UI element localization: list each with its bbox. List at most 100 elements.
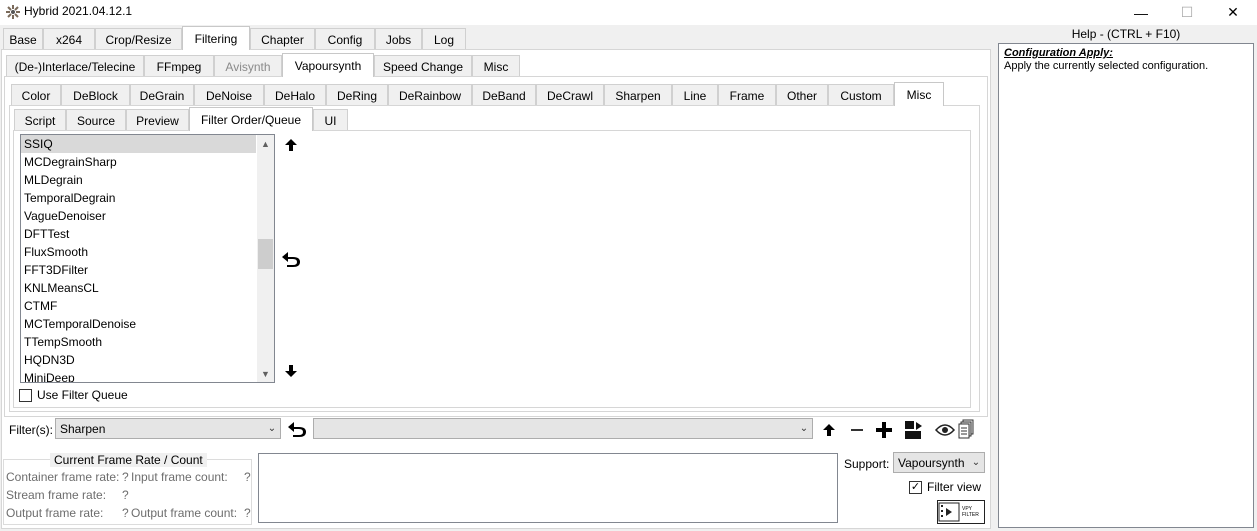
tab-filter-order-queue[interactable]: Filter Order/Queue bbox=[189, 107, 313, 131]
stream-frame-rate-label: Stream frame rate: bbox=[6, 488, 107, 502]
help-title: Help - (CTRL + F10) bbox=[1071, 27, 1181, 41]
tab-x264[interactable]: x264 bbox=[43, 28, 95, 50]
tab-frame[interactable]: Frame bbox=[718, 84, 776, 106]
filter-view-checkbox[interactable]: ✓ Filter view bbox=[909, 480, 981, 494]
tab-jobs[interactable]: Jobs bbox=[375, 28, 422, 50]
filters-label: Filter(s): bbox=[9, 423, 53, 437]
list-item[interactable]: KNLMeansCL bbox=[21, 279, 274, 297]
list-item[interactable]: TTempSmooth bbox=[21, 333, 274, 351]
frame-info-title: Current Frame Rate / Count bbox=[50, 453, 207, 467]
filter-view-label: Filter view bbox=[927, 480, 982, 494]
support-select[interactable]: Vapoursynth ⌄ bbox=[893, 452, 985, 473]
chevron-down-icon: ⌄ bbox=[267, 423, 277, 434]
output-frame-count-label: Output frame count: bbox=[131, 506, 238, 520]
tab-deinterlace-telecine[interactable]: (De-)Interlace/Telecine bbox=[6, 55, 144, 77]
vpy-filter-logo[interactable]: VPY FILTER bbox=[937, 500, 985, 524]
use-filter-queue-checkbox[interactable]: Use Filter Queue bbox=[19, 388, 128, 402]
vpy-badge-text: VPY FILTER bbox=[962, 506, 979, 518]
app-icon bbox=[6, 5, 20, 19]
script-preview-textarea[interactable] bbox=[258, 453, 838, 523]
tab-base[interactable]: Base bbox=[3, 28, 43, 50]
minus-icon[interactable] bbox=[847, 420, 867, 440]
arrow-up-icon[interactable] bbox=[819, 420, 839, 440]
tab-avisynth[interactable]: Avisynth bbox=[214, 55, 282, 77]
help-heading: Configuration Apply: bbox=[1004, 47, 1113, 59]
tab-decrawl[interactable]: DeCrawl bbox=[536, 84, 604, 106]
list-item[interactable]: DFTTest bbox=[21, 225, 274, 243]
tab-denoise[interactable]: DeNoise bbox=[194, 84, 264, 106]
list-item[interactable]: FFT3DFilter bbox=[21, 261, 274, 279]
tab-ffmpeg[interactable]: FFmpeg bbox=[144, 55, 214, 77]
filter-preset-select[interactable]: ⌄ bbox=[313, 418, 813, 439]
list-item[interactable]: VagueDenoiser bbox=[21, 207, 274, 225]
list-scrollbar[interactable]: ▲ ▼ bbox=[257, 135, 274, 382]
list-item[interactable]: SSIQ bbox=[21, 135, 256, 153]
output-frame-rate-label: Output frame rate: bbox=[6, 506, 104, 520]
apply-config-icon[interactable] bbox=[901, 418, 925, 442]
tab-source[interactable]: Source bbox=[66, 109, 126, 131]
container-frame-rate-value: ? bbox=[122, 470, 129, 484]
tab-preview[interactable]: Preview bbox=[126, 109, 189, 131]
tab-filtering[interactable]: Filtering bbox=[182, 26, 250, 50]
filter-order-list[interactable]: SSIQ MCDegrainSharp MLDegrain TemporalDe… bbox=[20, 134, 275, 383]
reset-undo-icon[interactable] bbox=[280, 248, 302, 270]
use-filter-queue-label: Use Filter Queue bbox=[37, 388, 128, 402]
chevron-down-icon: ⌄ bbox=[799, 423, 809, 434]
list-item[interactable]: MCTemporalDenoise bbox=[21, 315, 274, 333]
list-item[interactable]: MLDegrain bbox=[21, 171, 274, 189]
title-bar bbox=[0, 0, 1257, 25]
scroll-up-arrow-icon[interactable]: ▲ bbox=[257, 135, 274, 152]
plus-icon[interactable] bbox=[873, 419, 895, 441]
chevron-down-icon: ⌄ bbox=[971, 457, 981, 468]
tab-script[interactable]: Script bbox=[14, 109, 66, 131]
tab-speed-change[interactable]: Speed Change bbox=[374, 55, 472, 77]
checkbox-checked-icon[interactable]: ✓ bbox=[909, 480, 922, 494]
window-title: Hybrid 2021.04.12.1 bbox=[24, 4, 133, 18]
list-item[interactable]: HQDN3D bbox=[21, 351, 274, 369]
tab-color[interactable]: Color bbox=[11, 84, 61, 106]
tab-dering[interactable]: DeRing bbox=[326, 84, 388, 106]
tab-config[interactable]: Config bbox=[315, 28, 375, 50]
output-frame-count-value: ? bbox=[244, 506, 251, 520]
list-item[interactable]: MiniDeep bbox=[21, 369, 274, 382]
tab-ui[interactable]: UI bbox=[313, 109, 348, 131]
tab-misc[interactable]: Misc bbox=[472, 55, 520, 77]
container-frame-rate-label: Container frame rate: bbox=[6, 470, 120, 484]
tab-derainbow[interactable]: DeRainbow bbox=[388, 84, 472, 106]
eye-icon[interactable] bbox=[934, 421, 956, 439]
tab-chapter[interactable]: Chapter bbox=[250, 28, 315, 50]
tab-vapoursynth[interactable]: Vapoursynth bbox=[282, 53, 374, 77]
tab-dehalo[interactable]: DeHalo bbox=[264, 84, 326, 106]
documents-icon[interactable] bbox=[956, 418, 976, 440]
move-up-arrow-icon[interactable] bbox=[281, 135, 301, 155]
minimize-button[interactable]: — bbox=[1118, 0, 1164, 25]
scroll-down-arrow-icon[interactable]: ▼ bbox=[257, 365, 274, 382]
support-selected-value: Vapoursynth bbox=[898, 455, 965, 470]
list-item[interactable]: TemporalDegrain bbox=[21, 189, 274, 207]
help-text: Apply the currently selected configurati… bbox=[1004, 60, 1209, 72]
tab-line[interactable]: Line bbox=[672, 84, 718, 106]
list-item[interactable]: CTMF bbox=[21, 297, 274, 315]
tab-crop-resize[interactable]: Crop/Resize bbox=[95, 28, 182, 50]
tab-vs-misc[interactable]: Misc bbox=[894, 82, 944, 106]
undo-icon[interactable] bbox=[285, 418, 309, 440]
tab-deband[interactable]: DeBand bbox=[472, 84, 536, 106]
list-item[interactable]: MCDegrainSharp bbox=[21, 153, 274, 171]
checkbox-box[interactable] bbox=[19, 388, 32, 402]
tab-other[interactable]: Other bbox=[776, 84, 828, 106]
tab-log[interactable]: Log bbox=[422, 28, 466, 50]
tab-degrain[interactable]: DeGrain bbox=[130, 84, 194, 106]
tab-sharpen[interactable]: Sharpen bbox=[604, 84, 672, 106]
input-frame-count-value: ? bbox=[244, 470, 251, 484]
filters-selected-value: Sharpen bbox=[60, 421, 106, 436]
scrollbar-thumb[interactable] bbox=[258, 239, 273, 269]
filters-select[interactable]: Sharpen ⌄ bbox=[55, 418, 281, 439]
tab-custom[interactable]: Custom bbox=[828, 84, 894, 106]
maximize-button[interactable]: ☐ bbox=[1164, 0, 1210, 25]
stream-frame-rate-value: ? bbox=[122, 488, 129, 502]
close-button[interactable]: ✕ bbox=[1210, 0, 1256, 25]
help-panel[interactable]: Configuration Apply: Apply the currently… bbox=[998, 43, 1254, 528]
tab-deblock[interactable]: DeBlock bbox=[61, 84, 130, 106]
list-item[interactable]: FluxSmooth bbox=[21, 243, 274, 261]
move-down-arrow-icon[interactable] bbox=[281, 361, 301, 381]
